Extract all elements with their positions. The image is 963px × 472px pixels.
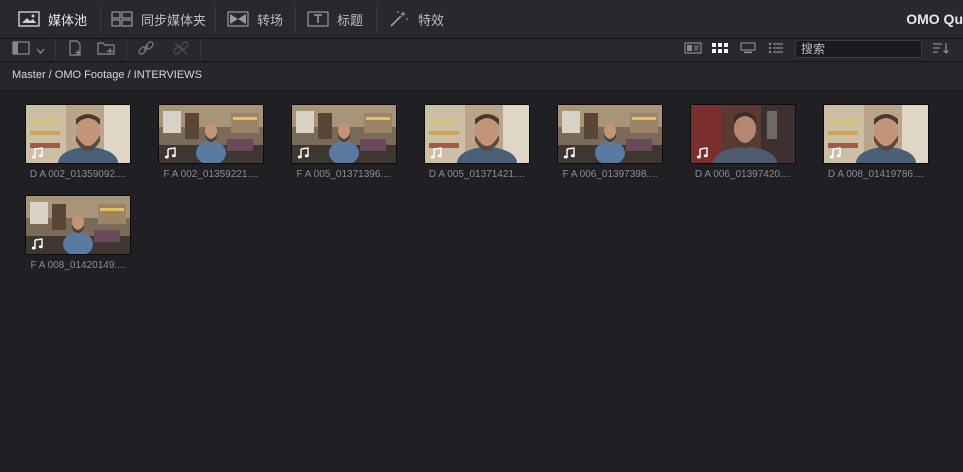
titles-icon [307, 10, 329, 28]
project-title: OMO Qu [906, 11, 963, 27]
media-pool-toolbar [0, 39, 963, 62]
tab-sync-bin[interactable]: 同步媒体夹 [111, 0, 206, 38]
tab-label: 同步媒体夹 [141, 12, 207, 28]
new-bin-button[interactable] [93, 39, 119, 61]
link-icon [137, 40, 155, 61]
list-view-icon [768, 41, 784, 59]
clip-thumbnail [690, 104, 796, 164]
grid-view-icon [711, 41, 729, 59]
separator [100, 6, 101, 33]
clip-name: F A 002_01359221.... [163, 169, 259, 180]
audio-note-icon [164, 147, 176, 159]
clip-name: F A 008_01420149.... [30, 260, 126, 271]
audio-note-icon [563, 147, 575, 159]
toolbar-divider [55, 39, 56, 61]
clip-name: F A 005_01371396.... [296, 169, 392, 180]
filmstrip-view-icon [739, 41, 757, 59]
unlink-clips-button[interactable] [168, 39, 194, 61]
import-media-icon [67, 39, 83, 61]
list-view-button[interactable] [765, 39, 787, 61]
transitions-icon [227, 10, 249, 28]
breadcrumb-path[interactable]: Master / OMO Footage / INTERVIEWS [12, 69, 202, 81]
link-clips-button[interactable] [133, 39, 159, 61]
clip-thumbnail [25, 195, 131, 255]
sort-icon [932, 41, 950, 60]
audio-note-icon [31, 238, 43, 250]
tab-label: 媒体池 [48, 12, 88, 28]
media-pool-icon [18, 10, 40, 28]
toolbar-divider [200, 39, 201, 61]
clip-name: D A 002_01359092.... [29, 169, 127, 180]
metadata-view-button[interactable] [682, 39, 704, 61]
clip-thumbnail [25, 104, 131, 164]
breadcrumb: Master / OMO Footage / INTERVIEWS [0, 62, 963, 91]
search-input[interactable] [795, 40, 922, 58]
tab-effects[interactable]: 特效 [388, 0, 444, 38]
sync-bin-icon [111, 10, 133, 28]
audio-note-icon [829, 147, 841, 159]
tab-titles[interactable]: 标题 [307, 0, 363, 38]
separator [295, 6, 296, 33]
separator [376, 6, 377, 33]
media-pool-clip-grid: D A 002_01359092.... F A 002_01359221...… [0, 91, 963, 472]
metadata-view-icon [684, 41, 702, 59]
media-pool-header: 媒体池 同步媒体夹 转场 标题 特效 OMO Qu [0, 0, 963, 39]
clip-thumbnail [823, 104, 929, 164]
clip-thumbnail [424, 104, 530, 164]
tab-label: 标题 [337, 12, 364, 28]
sidebar-icon [11, 40, 30, 60]
tab-transitions[interactable]: 转场 [227, 0, 283, 38]
clip-name: D A 006_01397420.... [694, 169, 792, 180]
tab-label: 转场 [257, 12, 284, 28]
clip-name: D A 008_01419786.... [827, 169, 925, 180]
tab-media-pool[interactable]: 媒体池 [18, 0, 87, 38]
clip-name: F A 006_01397398.... [562, 169, 658, 180]
audio-note-icon [696, 147, 708, 159]
clip-thumbnail [158, 104, 264, 164]
toggle-sidebar-button[interactable] [8, 39, 48, 61]
filmstrip-view-button[interactable] [737, 39, 759, 61]
clip-thumbnail [291, 104, 397, 164]
new-folder-icon [97, 40, 115, 60]
toolbar-divider [126, 39, 127, 61]
import-media-button[interactable] [62, 39, 88, 61]
clip-thumbnail [557, 104, 663, 164]
tab-label: 特效 [418, 12, 445, 28]
audio-note-icon [430, 147, 442, 159]
unlink-icon [172, 40, 190, 61]
clip-name: D A 005_01371421.... [428, 169, 526, 180]
audio-note-icon [297, 147, 309, 159]
thumbnail-view-button[interactable] [709, 39, 731, 61]
separator [215, 6, 216, 33]
audio-note-icon [31, 147, 43, 159]
chevron-down-icon [36, 41, 45, 59]
sort-button[interactable] [929, 39, 953, 61]
magic-wand-icon [388, 10, 410, 28]
